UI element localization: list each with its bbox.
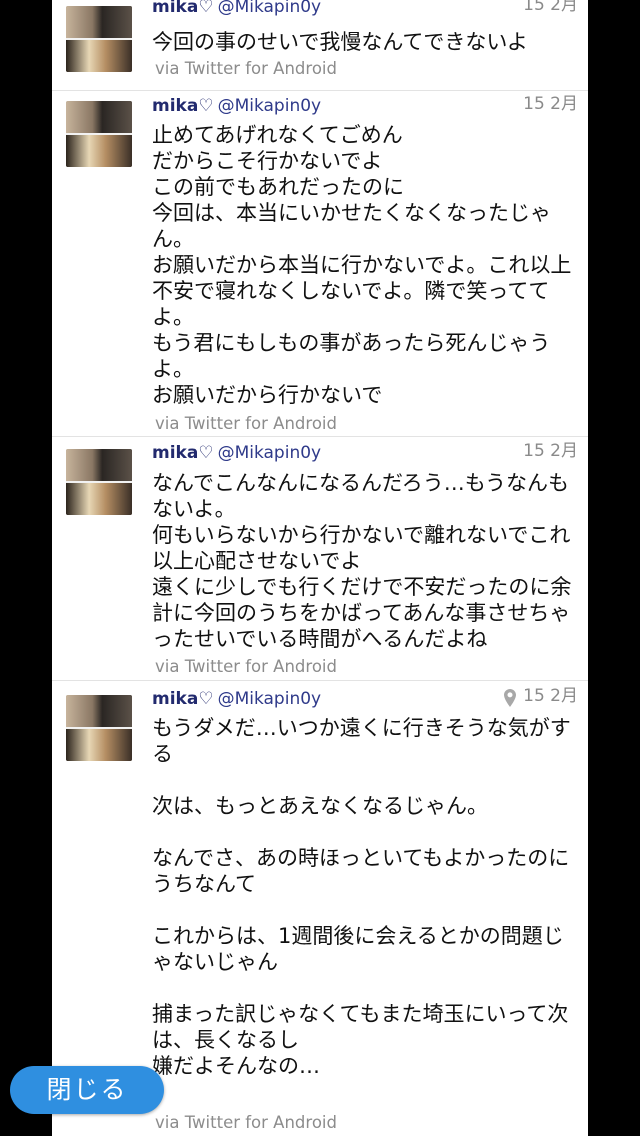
avatar[interactable]: [66, 101, 132, 167]
tweet-item[interactable]: mika♡ @Mikapin0y 15 2月 なんでこんなんになるんだろう…もうな…: [52, 437, 588, 681]
tweet-text: 今回の事のせいで我慢なんてできないよ: [152, 30, 528, 54]
tweet-source: via Twitter for Android: [155, 414, 337, 433]
tweet-list[interactable]: mika♡ @Mikapin0y 15 2月 今回の事のせいで我慢なんてできないよ…: [52, 0, 588, 1136]
tweet-header: mika♡ @Mikapin0y: [152, 440, 321, 466]
user-name[interactable]: mika: [152, 96, 198, 116]
tweet-date: 15 2月: [523, 441, 578, 461]
user-name[interactable]: mika: [152, 443, 198, 463]
tweet-text: もうダメだ…いつか遠くに行きそうな気がする 次は、もっとあえなくなるじゃん。 な…: [152, 716, 571, 1078]
heart-icon: ♡: [198, 443, 214, 463]
heart-icon: ♡: [198, 96, 214, 116]
tweet-source: via Twitter for Android: [155, 59, 337, 78]
user-name[interactable]: mika: [152, 0, 198, 17]
user-handle[interactable]: @Mikapin0y: [218, 0, 322, 17]
close-button[interactable]: 閉じる: [10, 1066, 164, 1114]
heart-icon: ♡: [198, 689, 214, 709]
user-handle[interactable]: @Mikapin0y: [218, 96, 322, 116]
tweet-date: 15 2月: [523, 0, 578, 15]
avatar[interactable]: [66, 695, 132, 761]
user-name[interactable]: mika: [152, 689, 198, 709]
user-handle[interactable]: @Mikapin0y: [218, 689, 322, 709]
tweet-header: mika♡ @Mikapin0y: [152, 0, 321, 20]
location-pin-icon: [504, 689, 516, 707]
tweet-date: 15 2月: [523, 94, 578, 114]
tweet-source: via Twitter for Android: [155, 657, 337, 676]
avatar[interactable]: [66, 6, 132, 72]
tweet-header: mika♡ @Mikapin0y: [152, 93, 321, 119]
tweet-text: 止めてあげれなくてごめん だからこそ行かないでよ この前でもあれだったのに 今回…: [152, 123, 572, 407]
tweet-text: なんでこんなんになるんだろう…もうなんもないよ。 何もいらないから行かないで離れ…: [152, 471, 572, 651]
tweet-item[interactable]: mika♡ @Mikapin0y 15 2月 止めてあげれなくてごめん だからこそ…: [52, 91, 588, 437]
user-handle[interactable]: @Mikapin0y: [218, 443, 322, 463]
tweet-header: mika♡ @Mikapin0y: [152, 686, 321, 712]
avatar[interactable]: [66, 449, 132, 515]
tweet-item[interactable]: mika♡ @Mikapin0y 15 2月 今回の事のせいで我慢なんてできないよ…: [52, 0, 588, 91]
tweet-source: via Twitter for Android: [155, 1113, 337, 1132]
heart-icon: ♡: [198, 0, 214, 17]
tweet-date: 15 2月: [523, 686, 578, 706]
